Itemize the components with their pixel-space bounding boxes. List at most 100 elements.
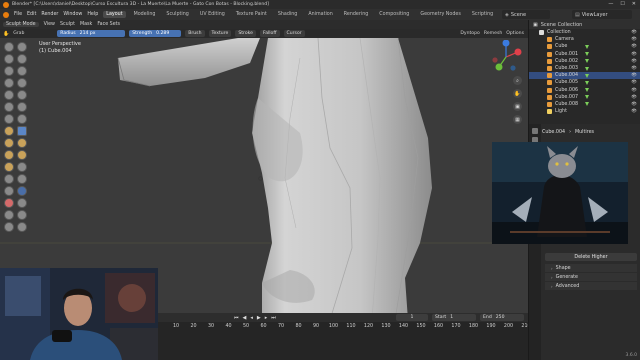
- start-frame-field[interactable]: Start 1: [432, 314, 476, 321]
- tool-tab-icon[interactable]: [532, 128, 538, 134]
- menu-file[interactable]: File: [14, 12, 22, 17]
- shape-panel[interactable]: › Shape: [545, 264, 637, 272]
- perspective-toggle-icon[interactable]: ▦: [513, 115, 522, 124]
- tab-animation[interactable]: Animation: [305, 11, 335, 18]
- delete-higher-button[interactable]: Delete Higher: [545, 253, 637, 261]
- current-frame-field[interactable]: 1: [396, 314, 428, 321]
- visibility-eye-icon[interactable]: 👁: [631, 88, 637, 93]
- fill-tool-icon[interactable]: [4, 102, 14, 112]
- visibility-eye-icon[interactable]: 👁: [631, 109, 637, 114]
- menu-sculpt[interactable]: Sculpt: [60, 22, 75, 27]
- slide-relax-tool-icon[interactable]: [17, 162, 27, 172]
- visibility-eye-icon[interactable]: 👁: [631, 44, 637, 49]
- layer-tool-icon[interactable]: [4, 66, 14, 76]
- simplify-tool-icon[interactable]: [4, 186, 14, 196]
- outliner-row[interactable]: Cube.002 👁: [529, 58, 640, 65]
- brush-dropdown[interactable]: Brush: [185, 30, 205, 37]
- visibility-eye-icon[interactable]: 👁: [631, 37, 637, 42]
- visibility-eye-icon[interactable]: 👁: [631, 80, 637, 85]
- draw-sharp-tool-icon[interactable]: [17, 42, 27, 52]
- maximize-button[interactable]: ☐: [620, 1, 624, 7]
- outliner-row[interactable]: Cube 👁: [529, 43, 640, 50]
- smear-tool-icon[interactable]: [17, 210, 27, 220]
- grab-tool-icon-active[interactable]: [17, 126, 27, 136]
- menu-help[interactable]: Help: [87, 12, 98, 17]
- outliner-row[interactable]: Light 👁: [529, 108, 640, 115]
- thumb-tool-icon[interactable]: [17, 138, 27, 148]
- clay-tool-icon[interactable]: [4, 54, 14, 64]
- jump-start-icon[interactable]: ⏮: [234, 315, 239, 321]
- visibility-eye-icon[interactable]: 👁: [631, 73, 637, 78]
- menu-mask[interactable]: Mask: [80, 22, 92, 27]
- cursor-dropdown[interactable]: Cursor: [283, 30, 305, 37]
- pose-tool-icon[interactable]: [4, 150, 14, 160]
- outliner-row[interactable]: Collection 👁: [529, 29, 640, 36]
- cloth-tool-icon[interactable]: [17, 174, 27, 184]
- next-keyframe-icon[interactable]: ▸: [265, 315, 268, 321]
- menu-render[interactable]: Render: [41, 12, 58, 17]
- close-button[interactable]: ✕: [632, 1, 636, 7]
- clay-strips-tool-icon[interactable]: [17, 54, 27, 64]
- stroke-dropdown[interactable]: Stroke: [235, 30, 256, 37]
- blob-tool-icon[interactable]: [4, 78, 14, 88]
- play-icon[interactable]: ▶: [257, 315, 261, 321]
- nudge-tool-icon[interactable]: [17, 150, 27, 160]
- mode-selector[interactable]: Sculpt Mode: [3, 22, 39, 27]
- camera-view-icon[interactable]: ▣: [513, 102, 522, 111]
- menu-view[interactable]: View: [44, 22, 55, 27]
- tab-compositing[interactable]: Compositing: [376, 11, 412, 18]
- pinch-tool-icon[interactable]: [17, 114, 27, 124]
- rotate-tool-icon[interactable]: [4, 162, 14, 172]
- tab-sculpting[interactable]: Sculpting: [163, 11, 191, 18]
- smooth-tool-icon[interactable]: [4, 90, 14, 100]
- advanced-panel[interactable]: › Advanced: [545, 282, 637, 290]
- visibility-eye-icon[interactable]: 👁: [631, 102, 637, 107]
- inflate-tool-icon[interactable]: [17, 66, 27, 76]
- snake-hook-tool-icon[interactable]: [4, 138, 14, 148]
- annotate-tool-icon[interactable]: [17, 222, 27, 232]
- outliner-row[interactable]: Cube.004 👁: [529, 72, 640, 80]
- outliner-row[interactable]: Cube.006 👁: [529, 87, 640, 94]
- minimize-button[interactable]: —: [608, 1, 613, 7]
- generate-panel[interactable]: › Generate: [545, 273, 637, 281]
- remesh-dropdown[interactable]: Remesh: [484, 31, 502, 36]
- scene-selector[interactable]: ◈ Scene: [502, 10, 550, 19]
- elastic-deform-tool-icon[interactable]: [4, 126, 14, 136]
- outliner-row[interactable]: Camera 👁: [529, 36, 640, 43]
- outliner-row[interactable]: Cube.007 👁: [529, 94, 640, 101]
- viewlayer-selector[interactable]: ▤ ViewLayer: [572, 10, 632, 19]
- zoom-icon[interactable]: ⌕: [513, 76, 522, 85]
- multiplane-scrape-tool-icon[interactable]: [4, 114, 14, 124]
- pan-hand-icon[interactable]: ✋: [513, 89, 522, 98]
- strength-field[interactable]: Strength 0.289: [129, 30, 182, 37]
- draw-face-sets-tool-icon[interactable]: [4, 198, 14, 208]
- menu-edit[interactable]: Edit: [27, 12, 36, 17]
- visibility-eye-icon[interactable]: 👁: [631, 52, 637, 57]
- mask-tool-icon[interactable]: [17, 186, 27, 196]
- navigation-gizmo[interactable]: [489, 40, 523, 74]
- blender-menu-icon[interactable]: [3, 11, 9, 18]
- outliner-row[interactable]: Cube.003 👁: [529, 65, 640, 72]
- boundary-tool-icon[interactable]: [4, 174, 14, 184]
- menu-face-sets[interactable]: Face Sets: [97, 22, 120, 27]
- crease-tool-icon[interactable]: [17, 78, 27, 88]
- options-dropdown[interactable]: Options: [506, 31, 524, 36]
- outliner-row[interactable]: Cube.001 👁: [529, 51, 640, 58]
- jump-end-icon[interactable]: ⏭: [271, 315, 276, 321]
- menu-window[interactable]: Window: [63, 12, 82, 17]
- visibility-eye-icon[interactable]: 👁: [631, 30, 637, 35]
- visibility-eye-icon[interactable]: 👁: [631, 95, 637, 100]
- prev-keyframe-icon[interactable]: ◀: [243, 315, 247, 321]
- tab-modeling[interactable]: Modeling: [131, 11, 159, 18]
- multires-displacement-tool-icon[interactable]: [17, 198, 27, 208]
- tab-texture-paint[interactable]: Texture Paint: [233, 11, 270, 18]
- draw-tool-icon[interactable]: [4, 42, 14, 52]
- visibility-eye-icon[interactable]: 👁: [631, 66, 637, 71]
- scrape-tool-icon[interactable]: [17, 102, 27, 112]
- dyntopo-toggle[interactable]: Dyntopo: [460, 31, 480, 36]
- visibility-eye-icon[interactable]: 👁: [631, 59, 637, 64]
- texture-dropdown[interactable]: Texture: [208, 30, 232, 37]
- tab-layout[interactable]: Layout: [103, 11, 126, 18]
- outliner-row[interactable]: Cube.008 👁: [529, 101, 640, 108]
- timeline-ruler[interactable]: 10 20 30 40 50 60 70 80 90 100 110 120 130 140 150 160 1…: [158, 323, 601, 333]
